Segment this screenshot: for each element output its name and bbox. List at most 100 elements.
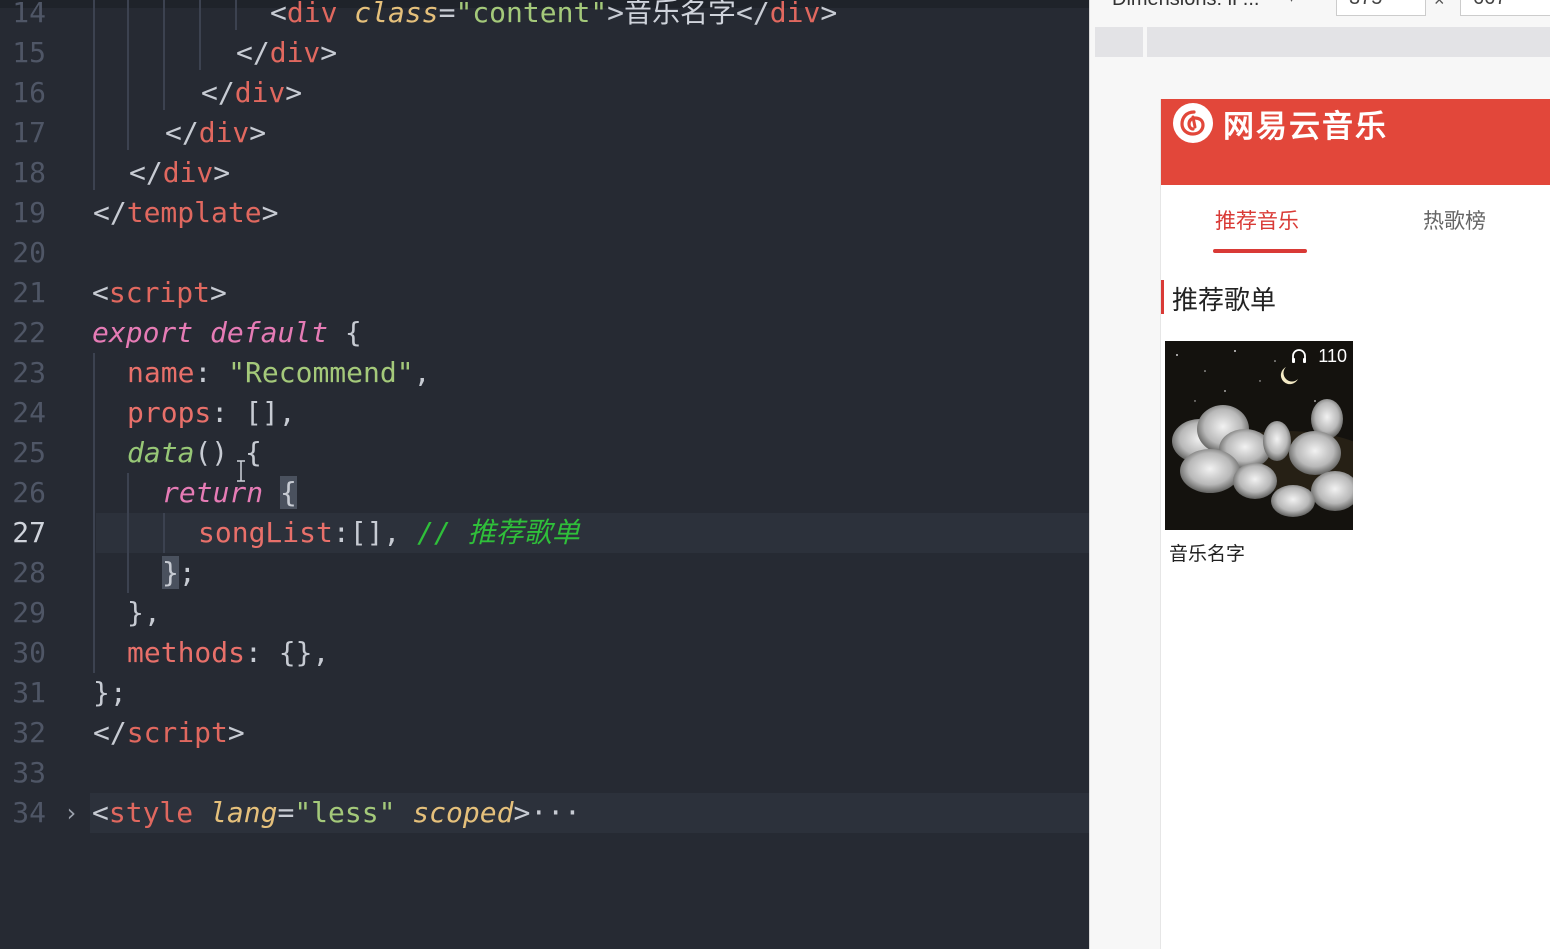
code-line[interactable]: 30 methods: {}, [0,633,1089,673]
line-number: 29 [12,596,46,629]
tab-hot-songs[interactable]: 热歌榜 [1423,205,1486,235]
netease-music-logo-icon [1173,103,1213,143]
code-token: > [249,116,267,149]
line-number: 25 [12,436,46,469]
code-token: { [280,476,297,509]
times-icon: × [1434,0,1445,10]
code-text[interactable]: }; [93,673,127,713]
code-token: > [513,796,531,829]
code-token: > [210,276,227,309]
code-line[interactable]: 20 [0,233,1089,273]
code-token: default [210,316,329,349]
code-text[interactable]: </div> [201,73,302,113]
media-query-ruler[interactable] [1095,27,1550,57]
code-text[interactable]: <style lang="less" scoped>··· [92,793,581,833]
code-line[interactable]: 18 </div> [0,153,1089,193]
section-title: 推荐歌单 [1172,286,1277,316]
code-line[interactable]: 34 › <style lang="less" scoped>··· [0,793,1089,833]
device-height-input[interactable]: 667 [1460,0,1550,16]
code-token: lang [210,796,278,829]
code-token: , [413,356,431,389]
code-line[interactable]: 28}; [0,553,1089,593]
code-token: </ [93,196,127,229]
code-token: div [286,0,338,29]
indent-guide [163,513,165,553]
code-token: div [234,76,286,109]
code-text[interactable]: </script> [93,713,245,753]
code-text[interactable]: props: [], [127,393,296,433]
code-token: < [270,0,287,29]
code-text[interactable]: </div> [236,33,337,73]
code-token: < [92,796,109,829]
code-line[interactable]: 17 </div> [0,113,1089,153]
indent-guide [93,0,95,190]
code-editor[interactable]: 14 <div class="content">音乐名字</div> 15 </div… [0,0,1089,949]
code-line[interactable]: 33 [0,753,1089,793]
code-token: </ [236,36,270,69]
code-token: methods [127,636,246,669]
chevron-right-icon[interactable]: › [64,793,78,833]
code-line[interactable]: 21 <script> [0,273,1089,313]
line-number: 28 [12,556,46,589]
code-line[interactable]: 24 props: [], [0,393,1089,433]
code-line[interactable]: 32 </script> [0,713,1089,753]
playlist-title[interactable]: 音乐名字 [1169,539,1245,566]
line-number: 24 [12,396,46,429]
code-token: :[], [332,516,418,549]
line-number: 30 [12,636,46,669]
play-count-value: 110 [1318,346,1347,366]
code-token: : [194,356,229,389]
code-token: > [320,36,338,69]
code-line[interactable]: 25 data() { [0,433,1089,473]
line-number: 23 [12,356,46,389]
code-text[interactable]: return { [162,473,297,513]
headphones-icon [1292,349,1307,363]
code-text[interactable]: <div class="content">音乐名字</div> [270,0,837,33]
code-token: > [227,716,245,749]
line-number: 34 [12,796,46,829]
code-token: scoped [412,796,514,829]
ruler-divider [1143,27,1147,57]
code-text[interactable]: methods: {}, [127,633,329,673]
code-line[interactable]: 26 return { [0,473,1089,513]
code-token: div [162,156,214,189]
code-token: </ [736,0,770,29]
mobile-viewport: 网易云音乐 推荐音乐 热歌榜 推荐歌单 110 音乐名字 [1160,99,1550,949]
code-token: script [108,276,211,309]
line-number: 19 [12,196,46,229]
code-token: > [213,156,231,189]
indent-guide [199,0,201,70]
code-token: < [92,276,109,309]
code-text[interactable]: </template> [93,193,278,233]
code-text[interactable]: }; [162,553,196,593]
code-text[interactable]: export default { [92,313,362,353]
code-text[interactable]: <script> [92,273,227,313]
code-line[interactable]: 31}; [0,673,1089,713]
code-text[interactable]: </div> [129,153,230,193]
indent-guide [235,0,237,30]
night-clouds-illustration [1165,341,1353,530]
code-token: "less" [294,796,396,829]
code-line[interactable]: 29}, [0,593,1089,633]
code-line[interactable]: 19 </template> [0,193,1089,233]
code-line[interactable]: 23 name: "Recommend", [0,353,1089,393]
code-token: 音乐名字 [624,0,737,29]
code-token: </ [165,116,199,149]
code-text[interactable]: songList:[], // 推荐歌单 [198,513,580,553]
line-number: 20 [12,236,46,269]
active-tab-indicator [1213,249,1307,253]
code-token: = [438,0,456,29]
code-text[interactable]: </div> [165,113,266,153]
code-text[interactable]: }, [127,593,161,633]
device-dimensions-select[interactable]: Dimensions: iP... [1112,0,1259,11]
code-text[interactable]: name: "Recommend", [127,353,430,393]
code-token: name [127,356,195,389]
code-token: // 推荐歌单 [417,516,580,549]
code-line[interactable]: 22 export default { [0,313,1089,353]
code-token: "Recommend" [228,356,414,389]
line-number: 17 [12,116,46,149]
chevron-down-icon[interactable]: ▾ [1288,0,1295,6]
device-width-input[interactable]: 375 [1336,0,1426,16]
playlist-cover-image[interactable]: 110 [1165,341,1353,530]
tab-recommend-music[interactable]: 推荐音乐 [1215,205,1299,235]
